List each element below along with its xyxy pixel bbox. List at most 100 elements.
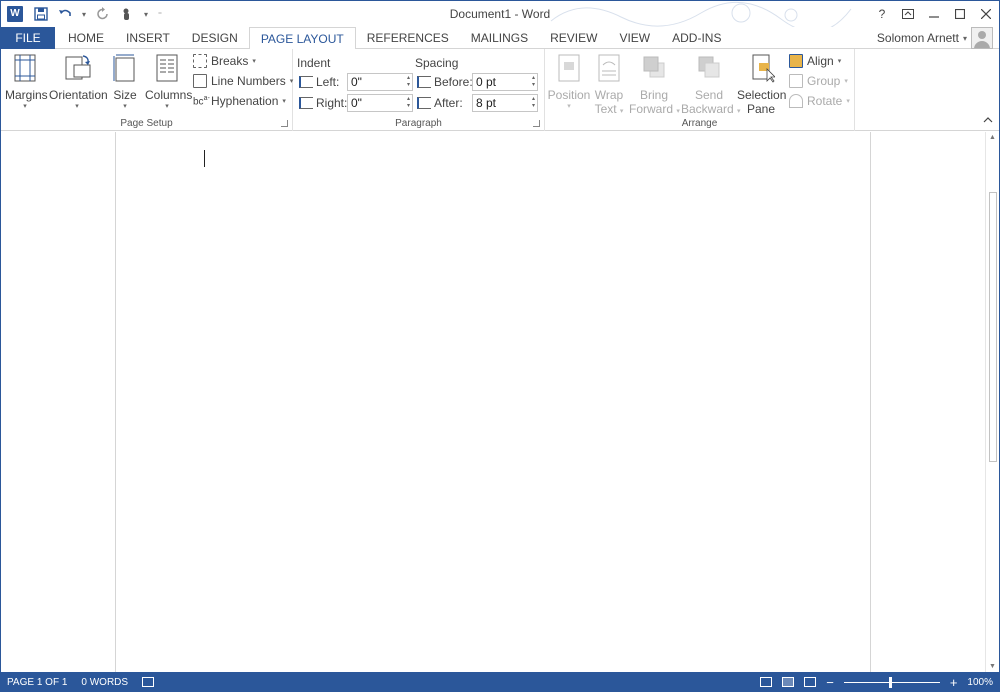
orientation-label: Orientation — [49, 88, 108, 102]
ribbon: Margins ▾ Orientation ▾ Size ▾ Columns ▾… — [1, 49, 999, 131]
line-numbers-icon — [193, 74, 207, 88]
hyphenation-icon: bca- — [193, 95, 210, 108]
align-dropdown-icon: ▾ — [837, 58, 842, 65]
tab-review[interactable]: REVIEW — [539, 27, 608, 49]
spacing-after-row: After: 8 pt ▴ ▾ — [417, 94, 538, 112]
status-right: − + 100% — [760, 672, 993, 692]
position-button[interactable]: Position ▾ — [547, 53, 591, 112]
proofing-icon[interactable] — [142, 677, 155, 687]
indent-left-icon — [299, 76, 313, 88]
size-button[interactable]: Size ▾ — [111, 53, 139, 112]
scroll-down-icon[interactable]: ▼ — [989, 663, 996, 670]
columns-dropdown-icon: ▾ — [165, 103, 169, 110]
margins-dropdown-icon: ▾ — [23, 103, 27, 110]
send-backward-icon — [698, 56, 720, 78]
bring-forward-button[interactable]: Bring Forward ▾ — [629, 53, 680, 117]
spacing-after-icon — [417, 97, 431, 109]
page-setup-dialog-launcher[interactable] — [281, 120, 288, 127]
tab-mailings[interactable]: MAILINGS — [460, 27, 539, 49]
size-icon — [113, 54, 135, 82]
margins-icon — [14, 54, 36, 82]
user-dropdown-icon[interactable]: ▾ — [963, 34, 967, 43]
window-title: Document1 - Word — [449, 7, 551, 21]
spacing-before-spinner-icon[interactable]: ▴ ▾ — [532, 75, 535, 89]
bring-label-line1: Bring — [639, 88, 668, 102]
bring-forward-icon — [643, 56, 665, 78]
selection-label-line1: Selection — [737, 88, 787, 102]
send-backward-button[interactable]: Send Backward ▾ — [681, 53, 741, 117]
tab-home[interactable]: HOME — [57, 27, 115, 49]
indent-right-spinner-icon[interactable]: ▴ ▾ — [407, 96, 410, 110]
margins-button[interactable]: Margins ▾ — [5, 53, 48, 112]
minimize-icon[interactable] — [921, 1, 947, 27]
word-window: W ▾ ▾ ⁼ Document1 - Word ? FILE HOME INS… — [0, 0, 1000, 692]
spacing-before-value: 0 pt — [476, 75, 497, 89]
position-label: Position — [547, 88, 591, 102]
tab-view[interactable]: VIEW — [608, 27, 661, 49]
document-area: ▲ ▼ — [1, 132, 999, 672]
wrap-label-line2: Text ▾ — [594, 102, 624, 116]
zoom-out-icon[interactable]: − — [826, 675, 834, 690]
align-button[interactable]: Align ▾ — [789, 52, 841, 70]
user-name[interactable]: Solomon Arnett — [877, 31, 959, 45]
tab-page-layout[interactable]: PAGE LAYOUT — [248, 27, 356, 50]
orientation-button[interactable]: Orientation ▾ — [49, 53, 108, 112]
scroll-up-icon[interactable]: ▲ — [989, 134, 996, 141]
zoom-in-icon[interactable]: + — [950, 675, 958, 690]
spacing-after-spinner-icon[interactable]: ▴ ▾ — [532, 96, 535, 110]
zoom-level[interactable]: 100% — [967, 677, 993, 688]
spacing-after-input[interactable]: 8 pt ▴ ▾ — [472, 94, 538, 112]
indent-left-spinner-icon[interactable]: ▴ ▾ — [407, 75, 410, 89]
rotate-button[interactable]: Rotate ▾ — [789, 92, 850, 110]
hyphenation-label: Hyphenation — [211, 94, 279, 108]
indent-right-input[interactable]: 0" ▴ ▾ — [347, 94, 413, 112]
help-button[interactable]: ? — [869, 1, 895, 27]
tab-references[interactable]: REFERENCES — [356, 27, 460, 49]
text-cursor — [204, 150, 205, 167]
read-mode-icon[interactable] — [760, 677, 773, 687]
ribbon-display-options-icon[interactable] — [895, 1, 921, 27]
vertical-scrollbar[interactable]: ▲ ▼ — [985, 132, 999, 672]
document-page[interactable] — [115, 132, 871, 672]
breaks-icon — [193, 54, 207, 68]
zoom-slider-thumb[interactable] — [888, 676, 892, 688]
size-dropdown-icon: ▾ — [123, 103, 127, 110]
scrollbar-thumb[interactable] — [989, 192, 997, 462]
zoom-slider[interactable] — [843, 676, 940, 688]
collapse-ribbon-icon[interactable] — [983, 115, 993, 126]
selection-pane-button[interactable]: Selection Pane — [737, 53, 787, 116]
paragraph-group-label: Paragraph — [395, 118, 442, 129]
page-count[interactable]: PAGE 1 OF 1 — [7, 677, 67, 688]
group-icon — [789, 74, 803, 88]
avatar[interactable] — [971, 27, 993, 49]
line-numbers-label: Line Numbers — [211, 74, 286, 88]
tab-add-ins[interactable]: ADD-INS — [661, 27, 732, 49]
wrap-text-icon — [598, 54, 620, 82]
wrap-text-button[interactable]: Wrap Text ▾ — [593, 53, 625, 117]
size-label: Size — [113, 88, 137, 102]
close-icon[interactable] — [973, 1, 999, 27]
spacing-before-icon — [417, 76, 431, 88]
hyphenation-button[interactable]: bca- Hyphenation ▾ — [193, 92, 286, 110]
indent-left-input[interactable]: 0" ▴ ▾ — [347, 73, 413, 91]
maximize-icon[interactable] — [947, 1, 973, 27]
spacing-after-label: After: — [434, 96, 463, 110]
tab-design[interactable]: DESIGN — [181, 27, 249, 49]
paragraph-dialog-launcher[interactable] — [533, 120, 540, 127]
title-bar: W ▾ ▾ ⁼ Document1 - Word ? — [1, 1, 999, 27]
columns-button[interactable]: Columns ▾ — [145, 53, 192, 112]
tab-file[interactable]: FILE — [1, 27, 55, 49]
line-numbers-button[interactable]: Line Numbers ▾ — [193, 72, 293, 90]
print-layout-icon[interactable] — [782, 677, 795, 687]
spacing-before-input[interactable]: 0 pt ▴ ▾ — [472, 73, 538, 91]
group-label: Group — [807, 74, 841, 88]
breaks-button[interactable]: Breaks ▾ — [193, 52, 256, 70]
align-label: Align — [807, 54, 834, 68]
group-button[interactable]: Group ▾ — [789, 72, 848, 90]
web-layout-icon[interactable] — [804, 677, 817, 687]
user-account[interactable]: Solomon Arnett ▾ — [877, 27, 993, 49]
word-count[interactable]: 0 WORDS — [81, 677, 128, 688]
tab-insert[interactable]: INSERT — [115, 27, 181, 49]
indent-right-label: Right: — [316, 96, 348, 110]
page-setup-group-label: Page Setup — [120, 118, 173, 129]
